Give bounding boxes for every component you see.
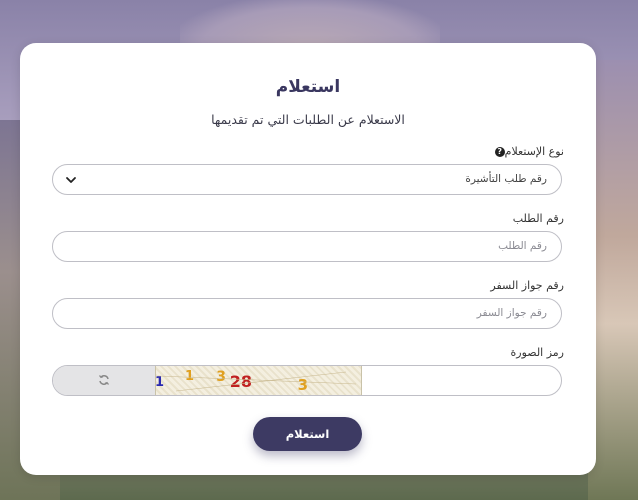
request-number-placeholder: رقم الطلب xyxy=(498,240,547,252)
page-title: استعلام xyxy=(275,77,341,97)
captcha-label: رمز الصورة xyxy=(510,346,564,359)
inquiry-submit-button[interactable]: استعلام xyxy=(253,417,362,451)
chevron-down-icon xyxy=(66,177,76,183)
inquiry-type-label-text: نوع الإستعلام xyxy=(504,145,564,158)
inquiry-card: استعلام الاستعلام عن الطلبات التي تم تقد… xyxy=(20,43,596,475)
inquiry-type-value: رقم طلب التأشيرة xyxy=(465,173,547,185)
passport-number-placeholder: رقم جواز السفر xyxy=(476,307,547,319)
captcha-graphic: 1 1 3 28 3 xyxy=(155,369,357,394)
request-number-label: رقم الطلب xyxy=(512,212,564,225)
inquiry-type-label: نوع الإستعلام? xyxy=(492,145,564,158)
passport-number-input[interactable]: رقم جواز السفر xyxy=(52,298,562,329)
passport-number-label: رقم جواز السفر xyxy=(490,279,564,292)
captcha-image: 1 1 3 28 3 xyxy=(155,366,362,395)
svg-text:1: 1 xyxy=(156,375,164,390)
question-circle-icon[interactable]: ? xyxy=(494,147,505,157)
svg-text:3: 3 xyxy=(298,376,308,394)
svg-text:1: 1 xyxy=(185,369,194,384)
inquiry-type-select[interactable]: رقم طلب التأشيرة xyxy=(52,164,562,195)
request-number-input[interactable]: رقم الطلب xyxy=(52,231,562,262)
svg-text:28: 28 xyxy=(230,372,252,391)
captcha-refresh-button[interactable] xyxy=(53,366,155,395)
page-subtitle: الاستعلام عن الطلبات التي تم تقديمها xyxy=(211,112,405,127)
refresh-icon xyxy=(98,375,110,385)
captcha-input[interactable]: 1 1 3 28 3 xyxy=(52,365,562,396)
svg-text:3: 3 xyxy=(216,369,226,385)
